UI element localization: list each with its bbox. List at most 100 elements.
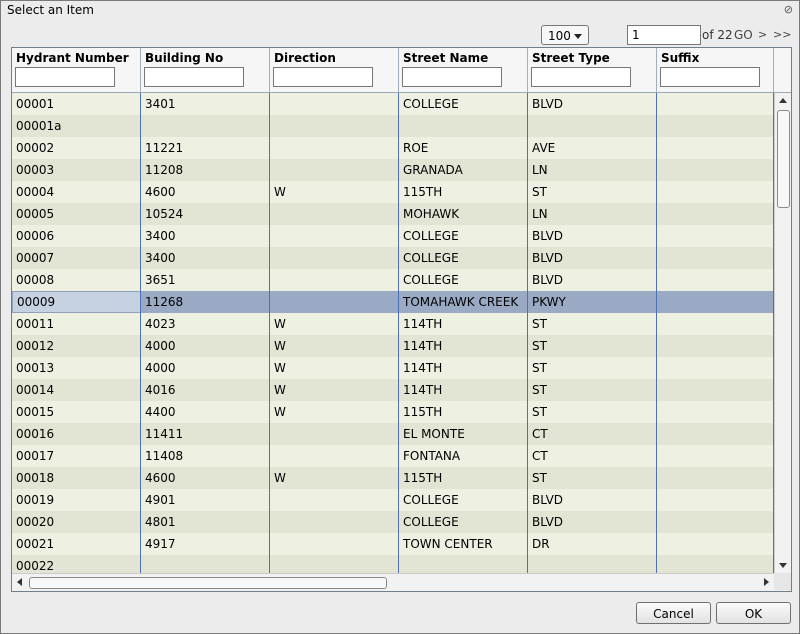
cell-direction	[270, 159, 399, 181]
cancel-button[interactable]: Cancel	[636, 602, 711, 624]
grid-header: Hydrant Number Building No Direction Street…	[12, 48, 774, 93]
cell-building: 11221	[145, 141, 184, 155]
column-header-type[interactable]: Street Type	[528, 48, 657, 92]
table-row[interactable]: 00001a	[12, 115, 774, 137]
scroll-right-icon[interactable]	[764, 578, 769, 586]
cell-direction	[270, 137, 399, 159]
ok-button[interactable]: OK	[716, 602, 791, 624]
cell-street: ROE	[403, 141, 429, 155]
cell-street	[399, 115, 528, 137]
table-row[interactable]: 00018 4600 W 115TH ST	[12, 467, 774, 489]
table-row[interactable]: 00004 4600 W 115TH ST	[12, 181, 774, 203]
cell-direction	[270, 489, 399, 511]
filter-input-street[interactable]	[402, 67, 502, 87]
select-item-dialog: Select an Item ⊘ 100 of 22 GO > >> Hydra…	[0, 0, 800, 634]
table-row[interactable]: 00008 3651 COLLEGE BLVD	[12, 269, 774, 291]
cell-building: 11408	[145, 449, 184, 463]
table-row[interactable]: 00006 3400 COLLEGE BLVD	[12, 225, 774, 247]
cell-suffix	[657, 313, 774, 335]
horizontal-scroll-thumb[interactable]	[29, 577, 387, 589]
cell-building: 4801	[145, 515, 176, 529]
cell-hydrant: 00014	[16, 383, 55, 397]
cell-building: 4016	[145, 383, 176, 397]
table-row[interactable]: 00016 11411 EL MONTE CT	[12, 423, 774, 445]
cell-building: 4000	[145, 339, 176, 353]
filter-input-building[interactable]	[144, 67, 244, 87]
cell-hydrant: 00005	[16, 207, 55, 221]
cell-type: BLVD	[532, 515, 564, 529]
cell-suffix	[657, 423, 774, 445]
cell-type: ST	[532, 339, 547, 353]
page-number-input[interactable]	[627, 25, 701, 45]
cell-building: 3400	[145, 251, 176, 265]
table-row[interactable]: 00020 4801 COLLEGE BLVD	[12, 511, 774, 533]
cell-direction: W	[274, 471, 286, 485]
table-row[interactable]: 00013 4000 W 114TH ST	[12, 357, 774, 379]
cell-building: 4000	[145, 361, 176, 375]
cell-building: 4917	[145, 537, 176, 551]
go-button[interactable]: GO	[734, 28, 753, 42]
table-row[interactable]: 00022	[12, 555, 774, 573]
horizontal-scrollbar[interactable]	[12, 573, 774, 591]
items-grid: Hydrant Number Building No Direction Street…	[11, 47, 792, 592]
last-page-button[interactable]: >>	[773, 28, 791, 41]
table-row[interactable]: 00009 11268 TOMAHAWK CREEK PKWY	[12, 291, 774, 313]
cell-direction	[270, 533, 399, 555]
page-size-select[interactable]: 100	[541, 25, 589, 45]
scroll-up-icon[interactable]	[779, 98, 787, 103]
column-header-building[interactable]: Building No	[141, 48, 270, 92]
cell-direction	[270, 555, 399, 573]
cell-type: BLVD	[532, 97, 564, 111]
scroll-corner	[774, 573, 791, 590]
cell-street: MOHAWK	[403, 207, 460, 221]
cell-suffix	[657, 533, 774, 555]
cell-suffix	[657, 445, 774, 467]
scroll-down-icon[interactable]	[779, 563, 787, 568]
cell-suffix	[657, 401, 774, 423]
cell-type: ST	[532, 361, 547, 375]
column-divider	[398, 93, 399, 573]
vertical-scrollbar[interactable]	[774, 93, 791, 573]
filter-input-hydrant[interactable]	[15, 67, 115, 87]
cell-suffix	[657, 225, 774, 247]
table-row[interactable]: 00012 4000 W 114TH ST	[12, 335, 774, 357]
table-row[interactable]: 00003 11208 GRANADA LN	[12, 159, 774, 181]
filter-input-suffix[interactable]	[660, 67, 760, 87]
cell-hydrant: 00016	[16, 427, 55, 441]
cell-direction: W	[274, 361, 286, 375]
cell-suffix	[657, 467, 774, 489]
cell-suffix	[657, 269, 774, 291]
cell-building: 3401	[145, 97, 176, 111]
cell-type: ST	[532, 317, 547, 331]
cell-building: 3400	[145, 229, 176, 243]
cell-direction	[270, 225, 399, 247]
table-row[interactable]: 00002 11221 ROE AVE	[12, 137, 774, 159]
cell-suffix	[657, 137, 774, 159]
table-row[interactable]: 00007 3400 COLLEGE BLVD	[12, 247, 774, 269]
close-icon[interactable]: ⊘	[784, 1, 793, 19]
table-row[interactable]: 00015 4400 W 115TH ST	[12, 401, 774, 423]
column-header-suffix[interactable]: Suffix	[657, 48, 774, 92]
cell-type: CT	[532, 427, 548, 441]
cell-type: CT	[532, 449, 548, 463]
cell-direction	[270, 291, 399, 313]
table-row[interactable]: 00011 4023 W 114TH ST	[12, 313, 774, 335]
column-header-direction[interactable]: Direction	[270, 48, 399, 92]
filter-input-direction[interactable]	[273, 67, 373, 87]
scroll-left-icon[interactable]	[17, 578, 22, 586]
cell-hydrant: 00020	[16, 515, 55, 529]
table-row[interactable]: 00021 4917 TOWN CENTER DR	[12, 533, 774, 555]
column-header-hydrant[interactable]: Hydrant Number	[12, 48, 141, 92]
table-row[interactable]: 00001 3401 COLLEGE BLVD	[12, 93, 774, 115]
filter-input-type[interactable]	[531, 67, 631, 87]
next-page-button[interactable]: >	[758, 28, 767, 41]
table-row[interactable]: 00014 4016 W 114TH ST	[12, 379, 774, 401]
chevron-down-icon	[574, 34, 582, 39]
column-header-street[interactable]: Street Name	[399, 48, 528, 92]
cell-building: 4400	[145, 405, 176, 419]
table-row[interactable]: 00017 11408 FONTANA CT	[12, 445, 774, 467]
table-row[interactable]: 00005 10524 MOHAWK LN	[12, 203, 774, 225]
table-row[interactable]: 00019 4901 COLLEGE BLVD	[12, 489, 774, 511]
vertical-scroll-thumb[interactable]	[777, 110, 790, 208]
cell-hydrant: 00017	[16, 449, 55, 463]
